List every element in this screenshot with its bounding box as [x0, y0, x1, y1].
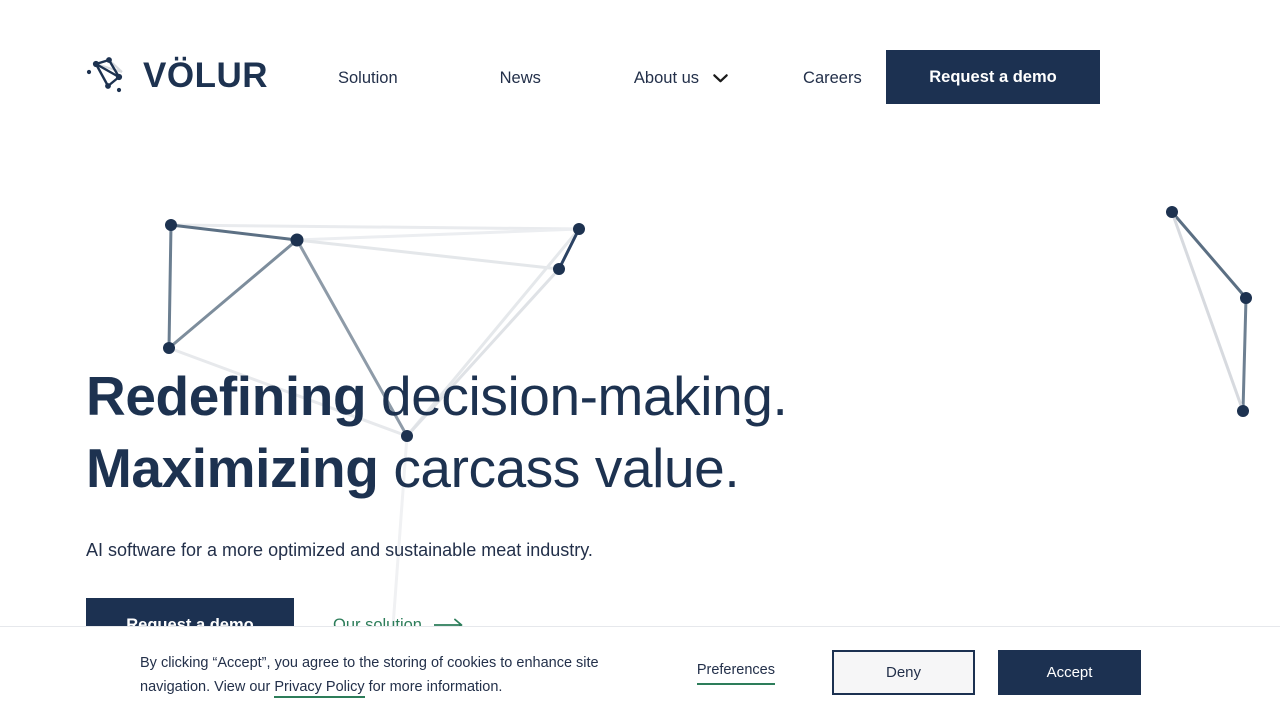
cookie-preferences-button[interactable]: Preferences [696, 660, 775, 685]
nav-item-about-us[interactable]: About us [634, 64, 728, 92]
main-navigation: Solution News About us Careers [338, 64, 862, 92]
brand-wordmark: VÖLUR [143, 55, 268, 95]
network-nodes-right [1166, 206, 1252, 417]
chevron-down-icon [713, 73, 728, 82]
nav-item-label: About us [633, 69, 700, 87]
site-header: VÖLUR Solution News About us Careers Req… [0, 0, 1280, 126]
nav-item-news[interactable]: News [500, 64, 541, 92]
cookie-banner-actions: Preferences Deny Accept [696, 650, 1141, 695]
network-nodes-logo-icon [86, 57, 123, 93]
hero-section: Redefining decision-making. Maximizing c… [86, 360, 866, 652]
nav-item-solution[interactable]: Solution [338, 64, 398, 92]
brand-logo-link[interactable]: VÖLUR [86, 55, 268, 95]
page-title: Redefining decision-making. Maximizing c… [86, 360, 866, 504]
headline-line2-rest: carcass value. [378, 437, 740, 499]
nav-item-careers[interactable]: Careers [803, 64, 862, 92]
nav-item-label: News [499, 69, 541, 87]
nav-item-label: Careers [803, 69, 862, 87]
cookie-consent-banner: By clicking “Accept”, you agree to the s… [0, 626, 1280, 720]
nav-item-label: Solution [338, 69, 398, 87]
privacy-policy-link[interactable]: Privacy Policy [274, 679, 365, 698]
cookie-text-after: for more information. [364, 679, 503, 695]
cookie-banner-text: By clicking “Accept”, you agree to the s… [140, 651, 660, 699]
headline-line1-strong: Redefining [86, 365, 367, 427]
network-edges-right [1170, 210, 1248, 413]
header-request-demo-button[interactable]: Request a demo [886, 50, 1100, 104]
cookie-accept-button[interactable]: Accept [998, 650, 1141, 695]
cookie-deny-button[interactable]: Deny [832, 650, 975, 695]
hero-subtitle: AI software for a more optimized and sus… [86, 540, 593, 560]
headline-line2-strong: Maximizing [86, 437, 379, 499]
headline-line1-rest: decision-making. [366, 365, 788, 427]
